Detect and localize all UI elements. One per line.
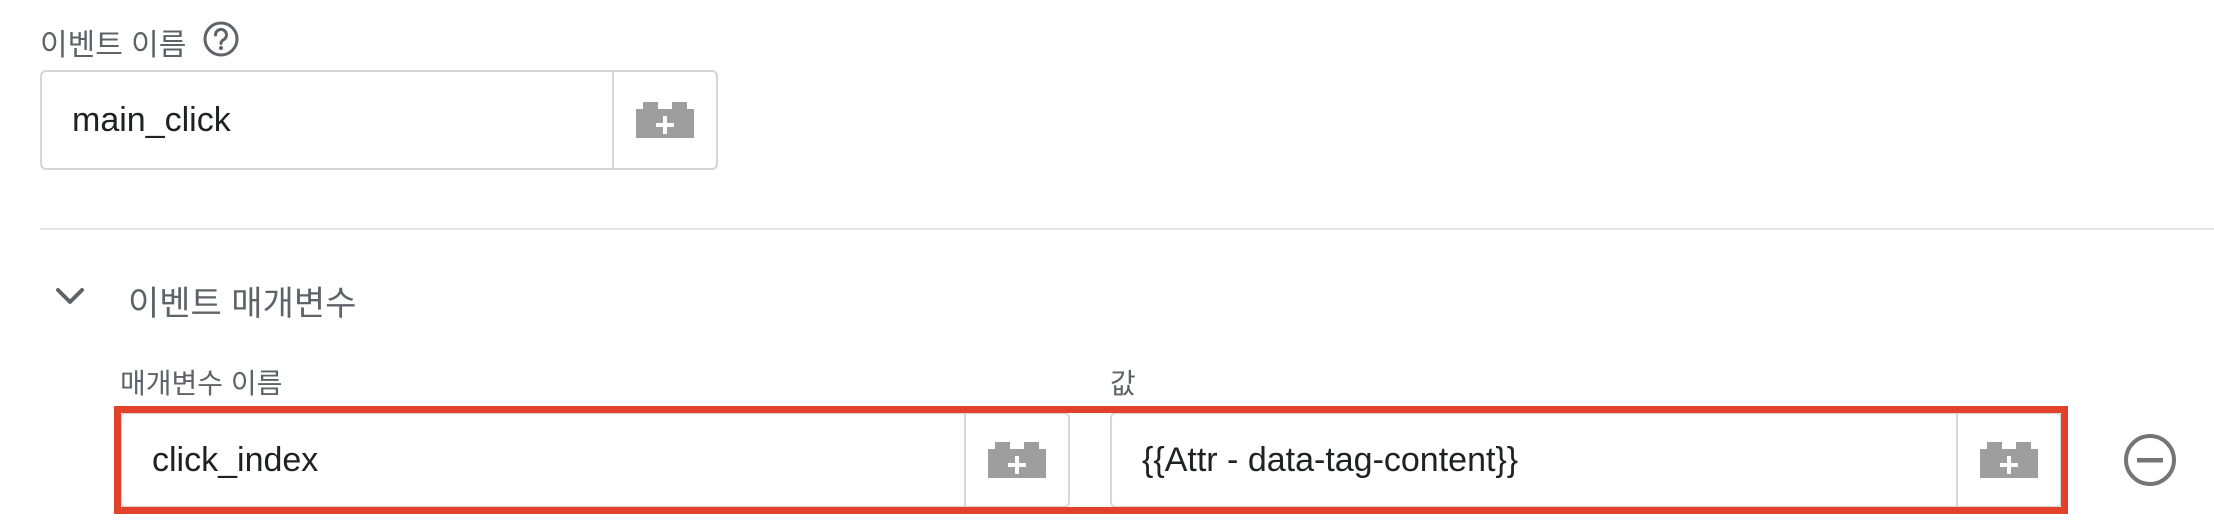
event-params-title[interactable]: 이벤트 매개변수 (128, 276, 356, 325)
help-icon[interactable] (202, 20, 240, 58)
event-name-input[interactable]: main_click (72, 72, 231, 168)
event-name-variable-button[interactable] (612, 72, 716, 168)
param-name-column-label: 매개변수 이름 (120, 368, 283, 399)
event-name-field: main_click (40, 70, 718, 170)
add-variable-icon (636, 102, 694, 138)
section-divider (40, 228, 2214, 230)
param-value-column-label: 값 (1110, 368, 1136, 399)
row-highlight-outline (114, 406, 2068, 514)
minus-circle-icon[interactable] (2122, 432, 2178, 488)
chevron-down-icon[interactable] (52, 278, 88, 314)
event-name-label: 이벤트 이름 (40, 29, 187, 62)
